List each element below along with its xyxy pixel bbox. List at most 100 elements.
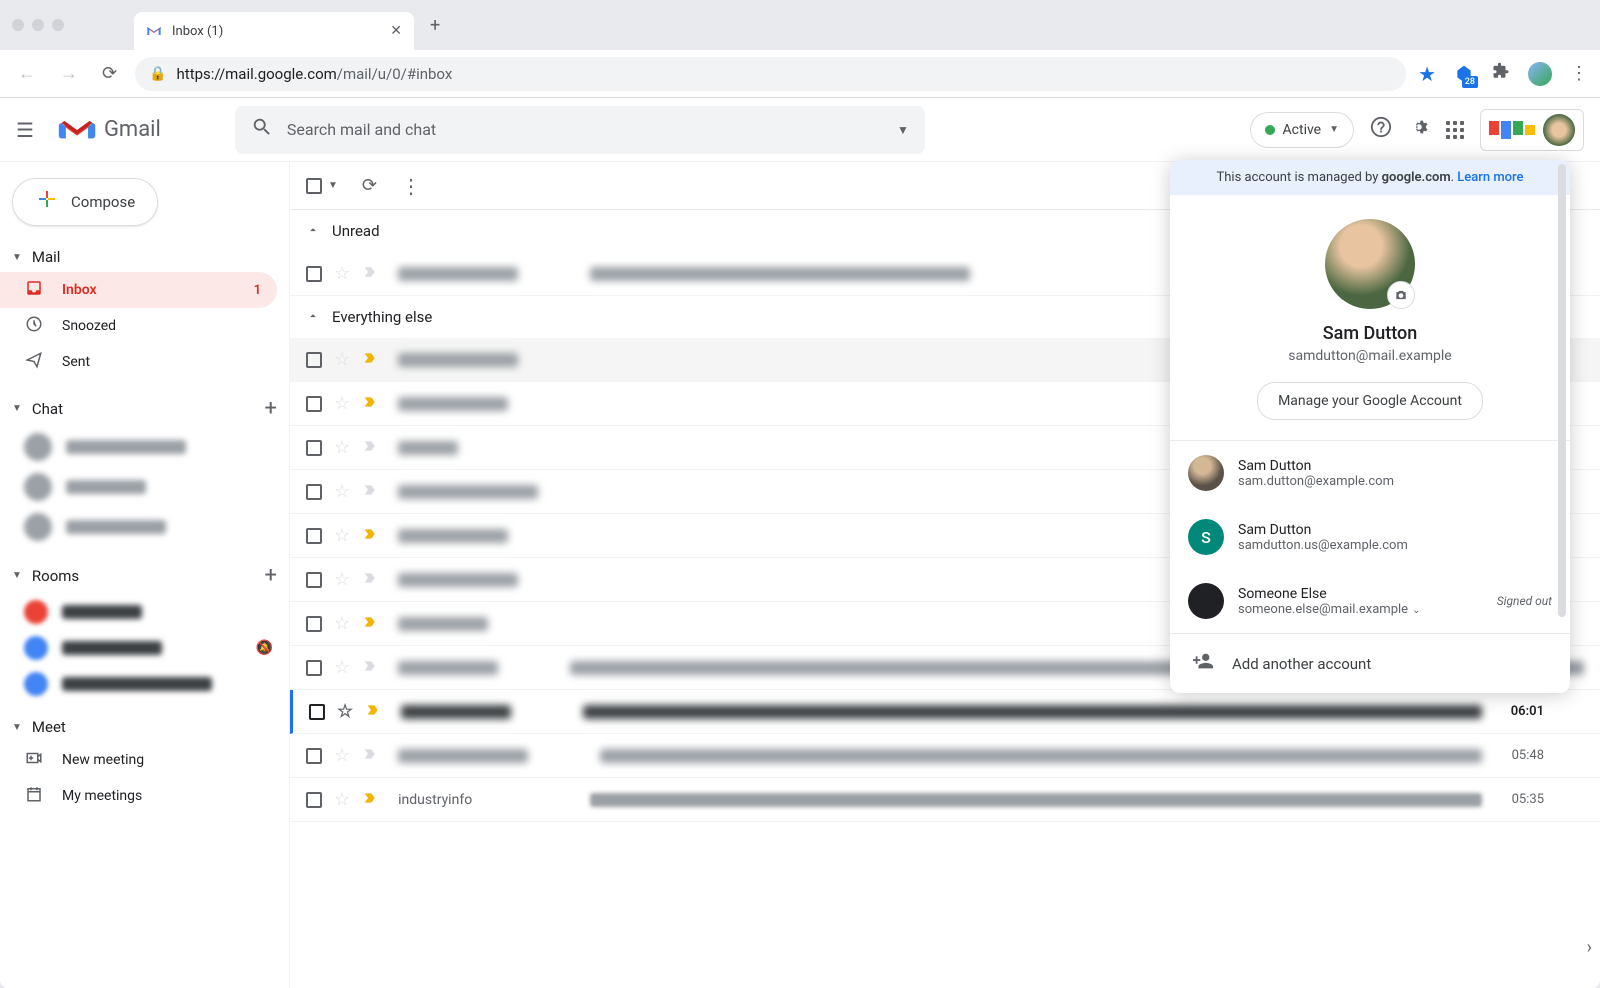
rooms-section-header[interactable]: ▼ Rooms + bbox=[0, 557, 289, 594]
extensions-icon[interactable] bbox=[1492, 62, 1510, 85]
important-icon[interactable] bbox=[362, 526, 378, 546]
sidebar-item-snoozed[interactable]: Snoozed bbox=[0, 308, 277, 344]
extension-icon[interactable]: 28 bbox=[1454, 64, 1474, 84]
important-icon[interactable] bbox=[362, 746, 378, 766]
new-tab-button[interactable]: + bbox=[430, 15, 440, 36]
row-checkbox[interactable] bbox=[306, 352, 322, 368]
star-icon[interactable]: ☆ bbox=[334, 569, 350, 590]
close-window[interactable] bbox=[12, 19, 24, 31]
gmail-logo-text: Gmail bbox=[104, 117, 161, 142]
important-icon[interactable] bbox=[362, 394, 378, 414]
sidebar-item-my-meetings[interactable]: My meetings bbox=[0, 778, 277, 814]
reload-button[interactable]: ⟳ bbox=[96, 57, 123, 90]
row-checkbox[interactable] bbox=[306, 616, 322, 632]
compose-plus-icon bbox=[35, 187, 59, 217]
important-icon[interactable] bbox=[362, 658, 378, 678]
row-checkbox[interactable] bbox=[306, 440, 322, 456]
sidebar-item-new-meeting[interactable]: New meeting bbox=[0, 742, 277, 778]
minimize-window[interactable] bbox=[32, 19, 44, 31]
browser-tab[interactable]: Inbox (1) ✕ bbox=[134, 12, 414, 50]
sidebar: Compose ▼ Mail Inbox 1 Snoozed bbox=[0, 162, 290, 988]
learn-more-link[interactable]: Learn more bbox=[1457, 170, 1523, 185]
add-chat-button[interactable]: + bbox=[265, 396, 277, 421]
search-mail-input[interactable]: Search mail and chat ▼ bbox=[235, 106, 925, 154]
account-option[interactable]: Someone Else someone.else@mail.example⌄ … bbox=[1170, 569, 1570, 633]
important-icon[interactable] bbox=[362, 264, 378, 284]
manage-account-button[interactable]: Manage your Google Account bbox=[1257, 382, 1483, 420]
status-selector[interactable]: Active ▼ bbox=[1250, 112, 1354, 148]
maximize-window[interactable] bbox=[52, 19, 64, 31]
star-icon[interactable]: ☆ bbox=[334, 745, 350, 766]
chat-app-switcher[interactable] bbox=[1480, 109, 1584, 151]
gmail-logo[interactable]: Gmail bbox=[58, 116, 161, 144]
row-checkbox[interactable] bbox=[306, 792, 322, 808]
important-icon[interactable] bbox=[362, 790, 378, 810]
important-icon[interactable] bbox=[362, 438, 378, 458]
email-row[interactable]: ☆06:01 bbox=[290, 690, 1600, 734]
star-icon[interactable]: ☆ bbox=[334, 393, 350, 414]
important-icon[interactable] bbox=[362, 570, 378, 590]
main-menu-icon[interactable]: ☰ bbox=[16, 118, 34, 142]
row-checkbox[interactable] bbox=[306, 660, 322, 676]
add-room-button[interactable]: + bbox=[265, 563, 277, 588]
back-button[interactable]: ← bbox=[12, 57, 42, 90]
add-account-button[interactable]: Add another account bbox=[1170, 634, 1570, 693]
important-icon[interactable] bbox=[362, 350, 378, 370]
star-icon[interactable]: ☆ bbox=[334, 613, 350, 634]
account-option[interactable]: Sam Dutton sam.dutton@example.com bbox=[1170, 441, 1570, 505]
more-actions-icon[interactable]: ⋮ bbox=[401, 174, 421, 198]
settings-icon[interactable] bbox=[1408, 116, 1430, 143]
refresh-icon[interactable]: ⟳ bbox=[362, 175, 377, 196]
profile-avatar-icon[interactable] bbox=[1528, 62, 1552, 86]
star-icon[interactable]: ☆ bbox=[334, 349, 350, 370]
row-checkbox[interactable] bbox=[306, 572, 322, 588]
search-placeholder: Search mail and chat bbox=[287, 120, 883, 139]
email-row[interactable]: ☆industryinfo05:35 bbox=[290, 778, 1600, 822]
star-icon[interactable]: ☆ bbox=[334, 789, 350, 810]
chat-logo-icon bbox=[1489, 121, 1535, 139]
star-icon[interactable]: ☆ bbox=[337, 701, 353, 722]
room-item[interactable] bbox=[0, 666, 289, 702]
account-avatar[interactable] bbox=[1543, 114, 1575, 146]
bookmark-star-icon[interactable]: ★ bbox=[1418, 62, 1436, 86]
star-icon[interactable]: ☆ bbox=[334, 657, 350, 678]
star-icon[interactable]: ☆ bbox=[334, 437, 350, 458]
row-checkbox[interactable] bbox=[306, 748, 322, 764]
star-icon[interactable]: ☆ bbox=[334, 481, 350, 502]
chat-contact[interactable] bbox=[0, 467, 289, 507]
star-icon[interactable]: ☆ bbox=[334, 525, 350, 546]
select-all-checkbox[interactable]: ▼ bbox=[306, 178, 338, 194]
side-panel-toggle-icon[interactable]: › bbox=[1587, 937, 1592, 958]
row-checkbox[interactable] bbox=[306, 528, 322, 544]
row-checkbox[interactable] bbox=[306, 396, 322, 412]
change-photo-button[interactable] bbox=[1387, 281, 1415, 309]
chat-contact[interactable] bbox=[0, 427, 289, 467]
meet-section-header[interactable]: ▼ Meet bbox=[0, 712, 289, 742]
star-icon[interactable]: ☆ bbox=[334, 263, 350, 284]
room-item[interactable]: 🔕 bbox=[0, 630, 289, 666]
chat-section-header[interactable]: ▼ Chat + bbox=[0, 390, 289, 427]
close-tab-icon[interactable]: ✕ bbox=[390, 23, 402, 39]
sidebar-item-inbox[interactable]: Inbox 1 bbox=[0, 272, 277, 308]
important-icon[interactable] bbox=[365, 702, 381, 722]
forward-button[interactable]: → bbox=[54, 57, 84, 90]
browser-menu-icon[interactable]: ⋮ bbox=[1570, 63, 1588, 84]
address-bar[interactable]: 🔒 https://mail.google.com/mail/u/0/#inbo… bbox=[135, 57, 1406, 91]
row-checkbox[interactable] bbox=[306, 484, 322, 500]
important-icon[interactable] bbox=[362, 614, 378, 634]
row-checkbox[interactable] bbox=[306, 266, 322, 282]
email-row[interactable]: ☆05:48 bbox=[290, 734, 1600, 778]
room-item[interactable] bbox=[0, 594, 289, 630]
important-icon[interactable] bbox=[362, 482, 378, 502]
row-checkbox[interactable] bbox=[309, 704, 325, 720]
compose-button[interactable]: Compose bbox=[12, 178, 158, 226]
search-options-icon[interactable]: ▼ bbox=[897, 123, 909, 137]
support-icon[interactable] bbox=[1370, 116, 1392, 143]
scrollbar[interactable] bbox=[1558, 164, 1566, 617]
google-apps-icon[interactable] bbox=[1446, 121, 1464, 139]
account-option[interactable]: S Sam Dutton samdutton.us@example.com bbox=[1170, 505, 1570, 569]
mail-section-header[interactable]: ▼ Mail bbox=[0, 242, 289, 272]
clock-icon bbox=[24, 315, 44, 338]
chat-contact[interactable] bbox=[0, 507, 289, 547]
sidebar-item-sent[interactable]: Sent bbox=[0, 344, 277, 380]
